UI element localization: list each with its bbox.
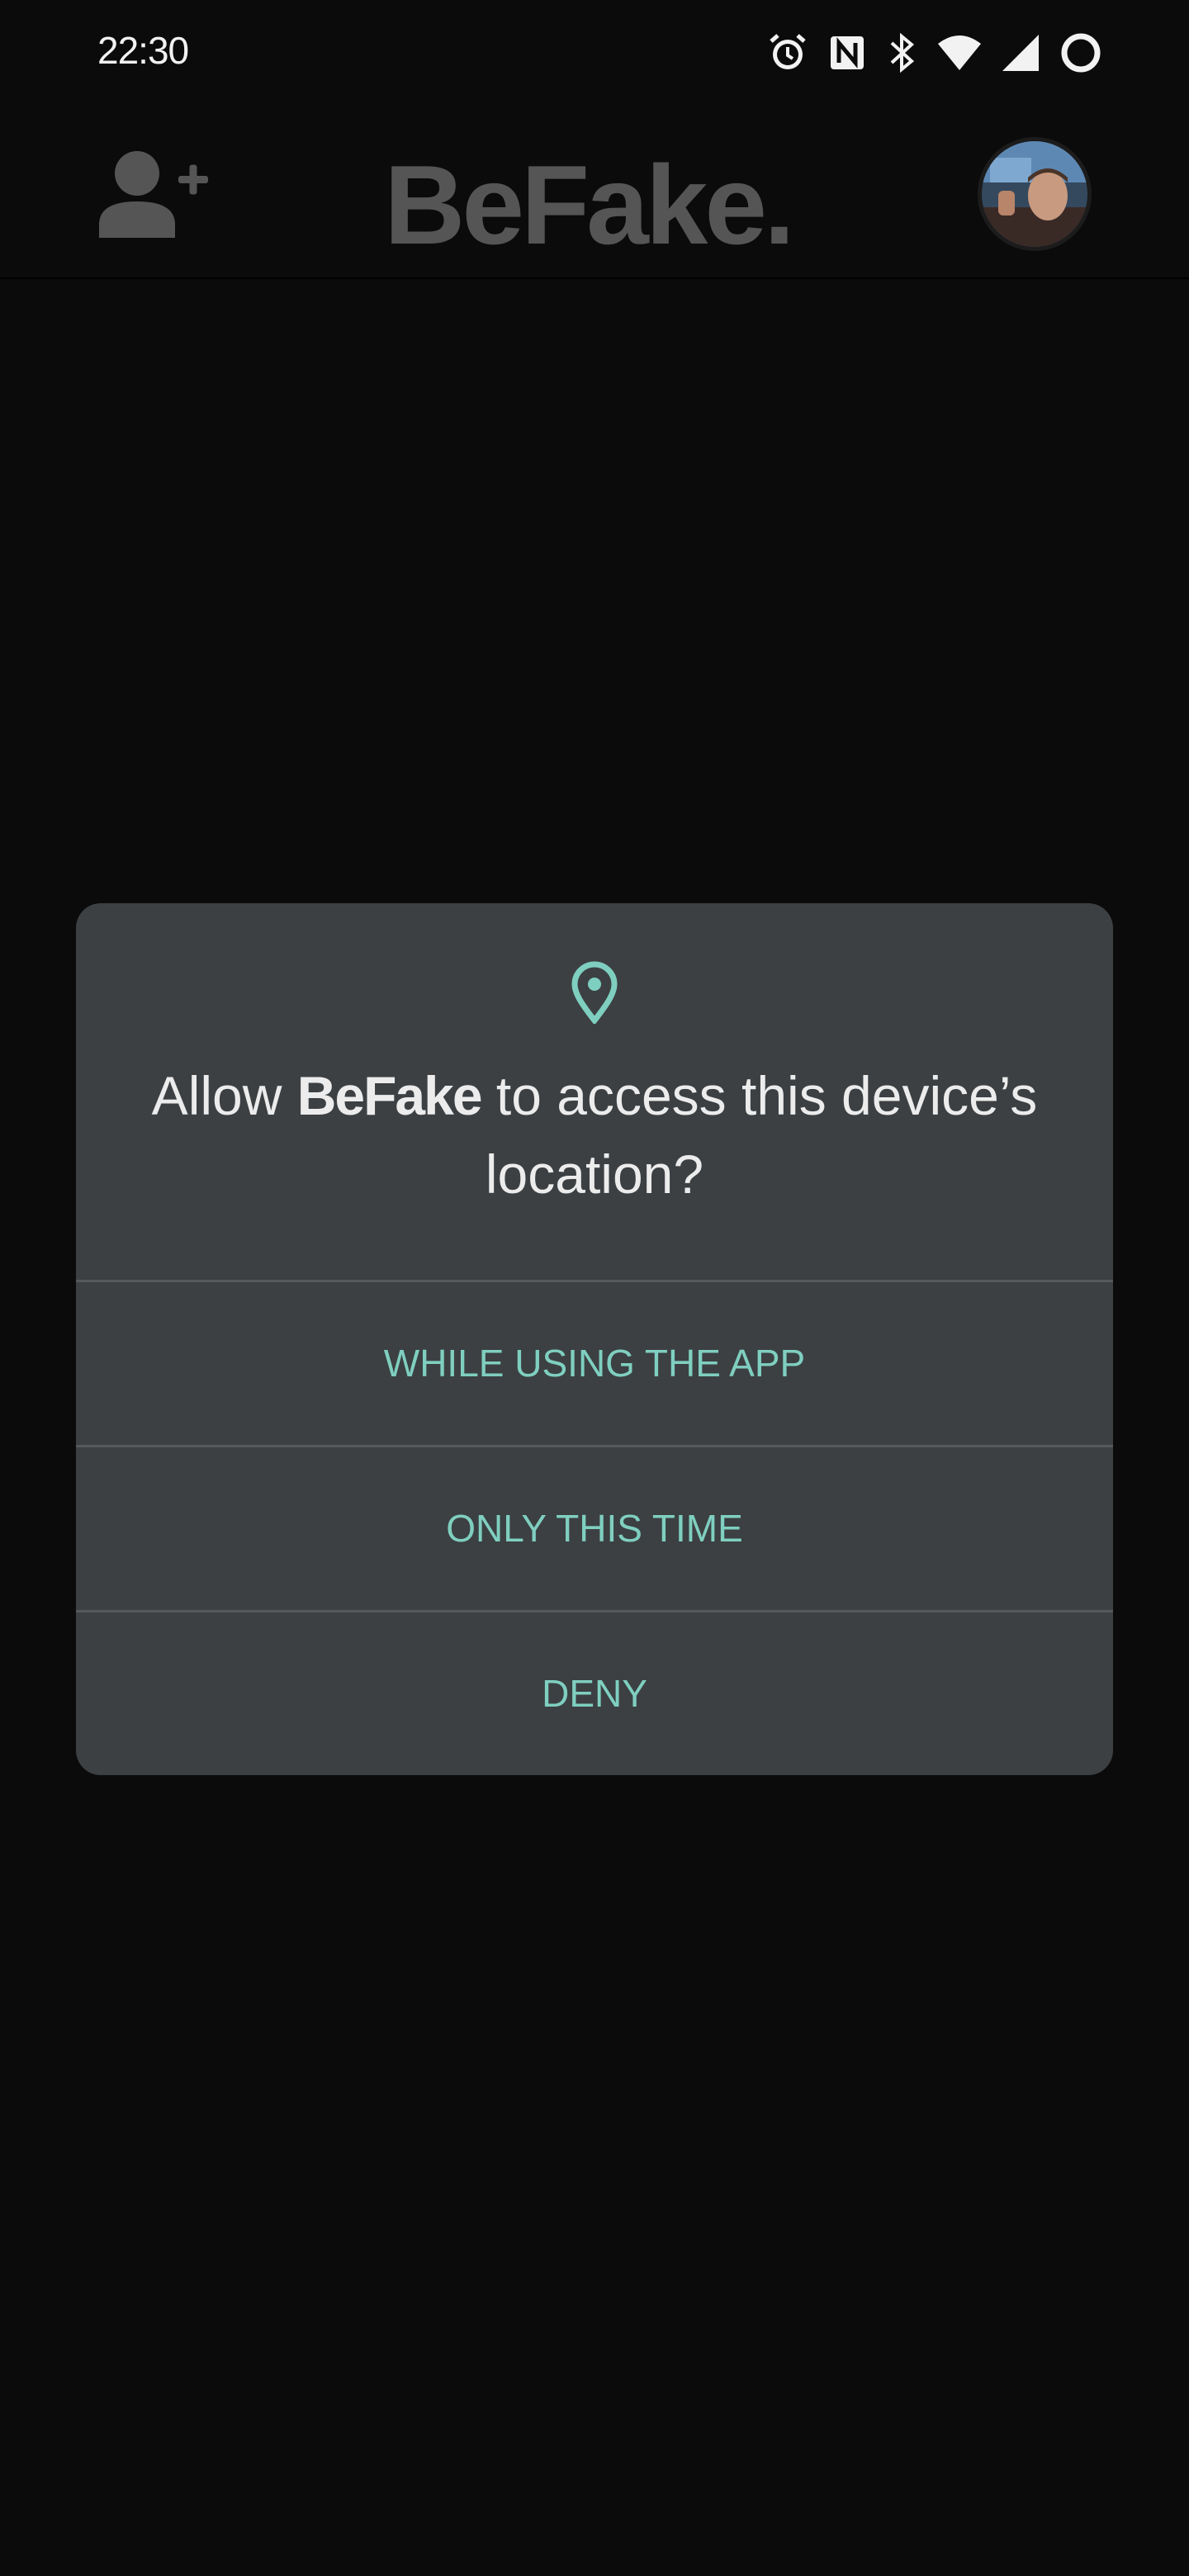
while-using-app-button[interactable]: WHILE USING THE APP (76, 1282, 1113, 1444)
dialog-title-prefix: Allow (151, 1065, 297, 1126)
dialog-app-name: BeFake (296, 1065, 483, 1126)
dialog-title-suffix: to access this device’s location? (481, 1065, 1038, 1205)
nfc-icon (827, 33, 867, 73)
deny-button[interactable]: DENY (76, 1612, 1113, 1774)
status-icons (766, 28, 1103, 78)
dialog-title: Allow BeFake to access this device’s loc… (126, 1057, 1063, 1214)
location-pin-icon (570, 961, 619, 1025)
app-header: BeFake. (0, 116, 1189, 279)
screen: 22:30 BeFake. Allow BeFake to access thi… (0, 0, 1189, 2576)
battery-ring-icon (1059, 31, 1103, 75)
profile-avatar[interactable] (978, 137, 1092, 251)
cell-signal-icon (1001, 33, 1040, 73)
status-bar: 22:30 (0, 0, 1189, 107)
only-this-time-button[interactable]: ONLY THIS TIME (76, 1447, 1113, 1609)
app-logo-text: BeFake. (384, 142, 795, 268)
wifi-icon (936, 34, 983, 72)
permission-dialog: Allow BeFake to access this device’s loc… (76, 903, 1113, 1775)
bluetooth-icon (885, 31, 918, 74)
dialog-header: Allow BeFake to access this device’s loc… (76, 903, 1113, 1280)
alarm-icon (766, 31, 809, 74)
status-time: 22:30 (97, 29, 189, 72)
avatar-image (982, 141, 1087, 247)
